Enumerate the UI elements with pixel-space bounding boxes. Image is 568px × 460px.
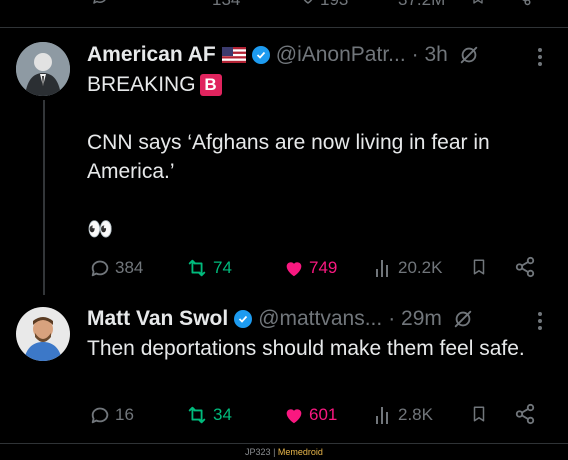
- top-reposts-count: 134: [212, 0, 240, 10]
- bookmark-icon[interactable]: [470, 0, 486, 6]
- like-button[interactable]: 749: [283, 257, 337, 279]
- reply-button[interactable]: 16: [89, 404, 134, 426]
- tweet-text: Then deportations should make them feel …: [87, 337, 525, 360]
- tweet-text: CNN says ‘Afghans are now living in fear…: [87, 131, 490, 183]
- watermark-brand: Memedroid: [277, 447, 323, 457]
- reply-count: 384: [115, 258, 144, 277]
- watermark-id: JP323: [245, 447, 271, 457]
- reply-icon: [91, 260, 109, 277]
- share-icon[interactable]: [514, 403, 536, 425]
- avatar[interactable]: [16, 307, 70, 361]
- eyes-emoji: 👀: [87, 218, 114, 241]
- tweet-actions: 16 34 601 2.8K: [0, 403, 568, 427]
- tweet-body: BREAKING B CNN says ‘Afghans are now livi…: [87, 70, 537, 244]
- bookmark-icon[interactable]: [470, 403, 488, 425]
- repost-icon: [188, 259, 206, 277]
- repost-button[interactable]: 34: [185, 404, 232, 426]
- reply-button[interactable]: 384: [89, 257, 143, 279]
- tweet-header: Matt Van Swol @mattvans... · 29m: [87, 307, 474, 331]
- timestamp[interactable]: · 3h: [412, 43, 448, 67]
- like-count: 601: [309, 405, 338, 424]
- timestamp[interactable]: · 29m: [388, 307, 442, 331]
- grok-icon[interactable]: [458, 44, 480, 66]
- handle[interactable]: @iAnonPatr...: [276, 43, 406, 67]
- views-icon: [376, 260, 388, 277]
- bottom-divider: [0, 443, 568, 444]
- tweet-1[interactable]: American AF @iAnonPatr... · 3h BREAKING B…: [0, 28, 568, 295]
- more-options-icon[interactable]: [536, 46, 544, 68]
- repost-icon: [188, 406, 206, 424]
- views-button[interactable]: 2.8K: [374, 404, 433, 426]
- bookmark-icon[interactable]: [470, 256, 488, 278]
- display-name[interactable]: American AF: [87, 43, 216, 67]
- top-views-count: 37.2M: [398, 0, 445, 10]
- heart-icon[interactable]: [298, 0, 318, 6]
- heart-filled-icon: [286, 409, 302, 424]
- reply-count: 16: [115, 405, 134, 424]
- like-count: 749: [309, 258, 338, 277]
- breaking-badge: B: [199, 74, 222, 97]
- views-button[interactable]: 20.2K: [374, 257, 442, 279]
- avatar[interactable]: [16, 42, 70, 96]
- view-count: 2.8K: [398, 405, 433, 424]
- view-count: 20.2K: [398, 258, 443, 277]
- breaking-line: BREAKING B: [87, 70, 537, 99]
- grok-icon[interactable]: [452, 308, 474, 330]
- verified-badge-icon: [251, 46, 270, 64]
- like-button[interactable]: 601: [283, 404, 337, 426]
- tweet-header: American AF @iAnonPatr... · 3h: [87, 43, 480, 67]
- heart-filled-icon: [286, 262, 302, 277]
- views-icon: [376, 407, 388, 424]
- share-icon[interactable]: [514, 256, 536, 278]
- share-icon[interactable]: [514, 0, 532, 6]
- watermark: JP323 | Memedroid: [245, 447, 323, 457]
- verified-badge-icon: [234, 310, 253, 328]
- display-name[interactable]: Matt Van Swol: [87, 307, 228, 331]
- reply-icon: [91, 407, 109, 424]
- reply-icon[interactable]: [90, 0, 110, 6]
- repost-count: 74: [213, 258, 232, 277]
- more-options-icon[interactable]: [536, 310, 544, 332]
- tweet-2[interactable]: Matt Van Swol @mattvans... · 29m Then de…: [0, 290, 568, 440]
- top-likes-count: 193: [320, 0, 348, 10]
- us-flag-icon: [221, 47, 246, 63]
- repost-count: 34: [213, 405, 232, 424]
- repost-button[interactable]: 74: [185, 257, 232, 279]
- breaking-text: BREAKING: [87, 73, 196, 96]
- top-action-bar: 134 193 37.2M: [0, 0, 568, 12]
- tweet-actions: 384 74 749 20.2K: [0, 256, 568, 280]
- handle[interactable]: @mattvans...: [258, 307, 382, 331]
